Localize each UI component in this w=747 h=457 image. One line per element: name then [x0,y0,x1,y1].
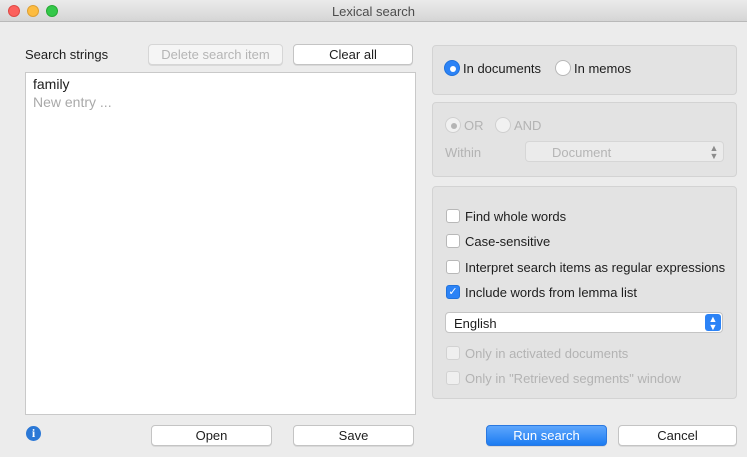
only-activated-label: Only in activated documents [465,346,629,361]
within-select-value: Document [552,145,612,160]
search-strings-list[interactable]: family New entry ... [25,72,416,415]
or-radio[interactable] [445,117,461,133]
only-retrieved-checkbox[interactable] [446,371,460,385]
up-down-chevron-icon: ▲ ▼ [705,314,721,332]
language-select-value: English [454,316,497,331]
find-whole-words-checkbox[interactable] [446,209,460,223]
case-sensitive-label: Case-sensitive [465,234,551,249]
only-activated-checkbox[interactable] [446,346,460,360]
run-search-button[interactable]: Run search [486,425,607,446]
in-memos-radio[interactable] [555,60,571,76]
new-entry-placeholder[interactable]: New entry ... [33,94,112,110]
cancel-button[interactable]: Cancel [618,425,737,446]
lemma-label: Include words from lemma list [465,285,637,300]
search-string-item[interactable]: family [33,76,70,92]
title-bar: Lexical search [0,0,747,22]
search-strings-heading: Search strings [25,47,109,62]
or-label: OR [464,118,484,133]
regex-checkbox[interactable] [446,260,460,274]
delete-search-item-button[interactable]: Delete search item [148,44,283,65]
regex-label: Interpret search items as regular expres… [465,260,726,275]
and-label: AND [514,118,542,133]
only-retrieved-label: Only in "Retrieved segments" window [465,371,681,386]
language-select[interactable]: English ▲ ▼ [445,312,723,333]
within-select[interactable]: Document ▲ ▼ [525,141,724,162]
case-sensitive-checkbox[interactable] [446,234,460,248]
in-documents-radio[interactable] [444,60,460,76]
lemma-checkbox[interactable]: ✓ [446,285,460,299]
find-whole-words-label: Find whole words [465,209,567,224]
and-radio[interactable] [495,117,511,133]
window-title: Lexical search [331,4,416,19]
up-down-chevron-icon: ▲ ▼ [709,143,719,161]
checkmark-icon: ✓ [448,286,458,298]
within-label: Within [445,145,482,160]
save-button[interactable]: Save [293,425,414,446]
lexical-search-window: Lexical search Search strings Delete sea… [0,0,747,457]
in-memos-label: In memos [574,61,632,76]
info-icon[interactable]: i [26,426,41,441]
logic-panel [432,102,737,177]
open-button[interactable]: Open [151,425,272,446]
clear-all-button[interactable]: Clear all [293,44,413,65]
in-documents-label: In documents [463,61,542,76]
